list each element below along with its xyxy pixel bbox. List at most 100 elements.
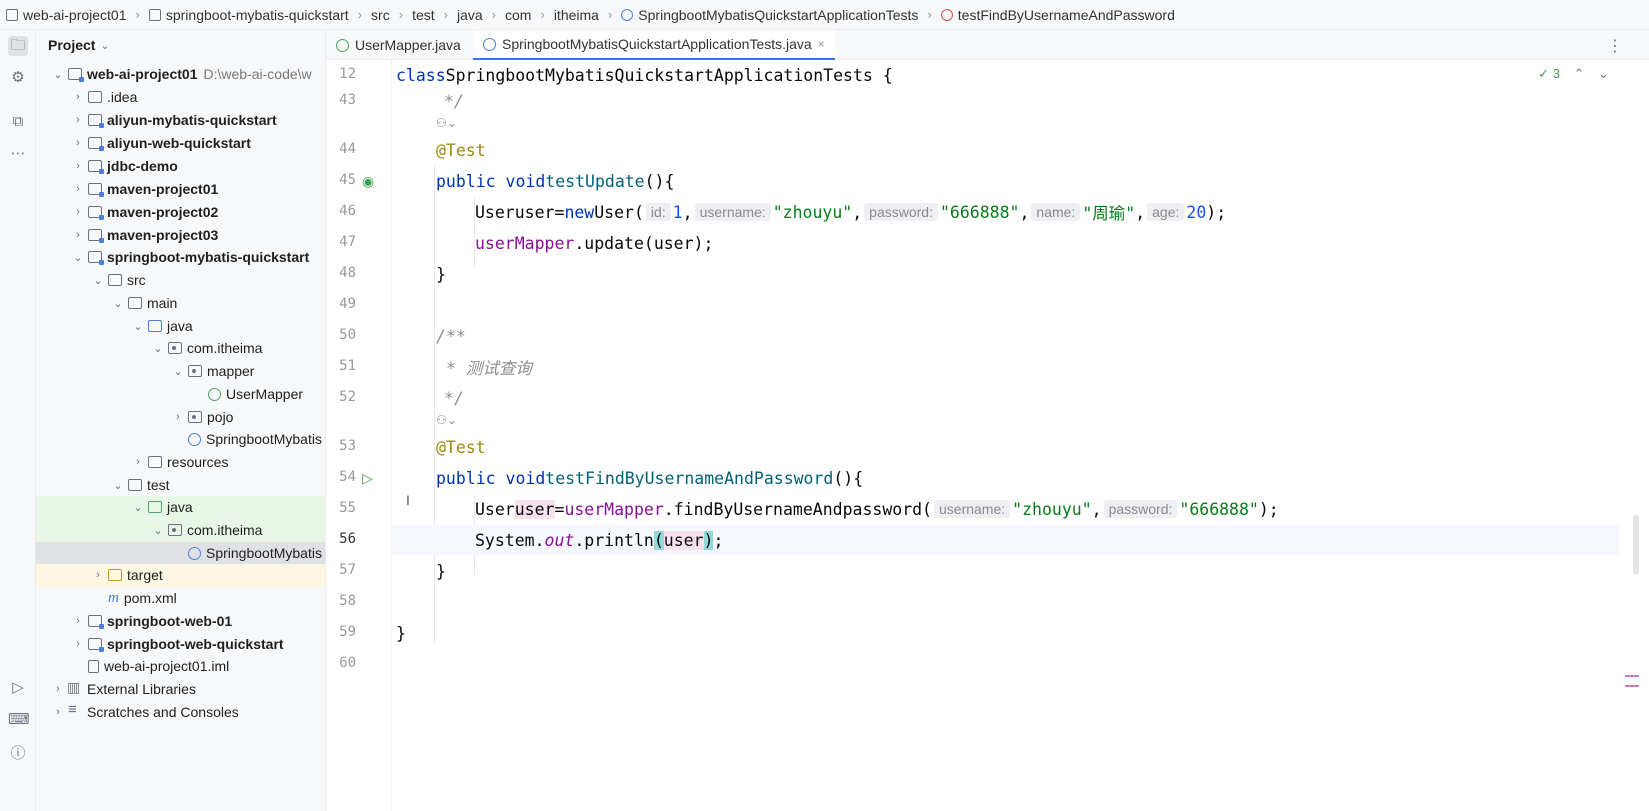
vertical-scrollbar[interactable] <box>1633 515 1639 575</box>
tree-item-springboot-web-quickstart[interactable]: › springboot-web-quickstart <box>36 633 325 656</box>
run-test-icon[interactable]: ◉ <box>362 174 376 188</box>
chevron-right-icon: › <box>56 706 60 719</box>
tree-item-springboot-mybatis-quickstart[interactable]: ⌄ springboot-mybatis-quickstart <box>36 246 325 269</box>
tree-item-test-class[interactable]: SpringbootMybatis <box>36 542 325 565</box>
breadcrumb-item-module[interactable]: springboot-mybatis-quickstart <box>148 7 349 23</box>
code-line-55: User user = userMapper .findByUsernameAnd… <box>475 499 1279 519</box>
tree-item-aliyun-mybatis[interactable]: › aliyun-mybatis-quickstart <box>36 109 325 132</box>
tree-item-java-main[interactable]: ⌄ java <box>36 315 325 338</box>
tree-item-springboot-web-01[interactable]: › springboot-web-01 <box>36 610 325 633</box>
module-icon <box>148 8 161 21</box>
module-icon <box>88 638 104 653</box>
author-lens-icon[interactable]: ⚇⌄ <box>436 413 457 427</box>
tree-item-application-class[interactable]: SpringbootMybatis <box>36 428 325 451</box>
error-stripe <box>1625 675 1639 695</box>
code-editor[interactable]: ✓ 3 ⌃ ⌄ 12 43 44 45 ◉ 46 47 48 49 50 51 … <box>326 60 1649 811</box>
tree-item-maven-project03[interactable]: › maven-project03 <box>36 224 325 247</box>
tree-item-jdbc-demo[interactable]: › jdbc-demo <box>36 155 325 178</box>
breadcrumb-separator: › <box>357 7 363 22</box>
breadcrumb-item-src[interactable]: src <box>371 7 390 23</box>
tree-item-package-test[interactable]: ⌄ com.itheima <box>36 519 325 542</box>
structure-icon[interactable]: ⧉ <box>8 112 28 132</box>
close-icon[interactable]: × <box>818 37 825 51</box>
chevron-right-icon: › <box>76 229 80 242</box>
tree-item-iml[interactable]: web-ai-project01.iml <box>36 655 325 678</box>
chevron-right-icon: › <box>136 456 140 469</box>
inspection-widget[interactable]: ✓ 3 ⌃ ⌄ <box>1538 66 1609 82</box>
folder-icon <box>108 569 122 582</box>
breadcrumb-item-com[interactable]: com <box>505 7 531 23</box>
activity-bar: 🗀 ⚙ ⧉ ⋯ ▷ ⌨ ⓘ <box>0 30 36 811</box>
tree-item-target[interactable]: › target <box>36 564 325 587</box>
tree-item-src[interactable]: ⌄ src <box>36 269 325 292</box>
tree-item-idea[interactable]: › .idea <box>36 86 325 109</box>
tree-item-resources[interactable]: › resources <box>36 451 325 474</box>
tree-item-mapper[interactable]: ⌄ mapper <box>36 360 325 383</box>
folder-icon[interactable]: 🗀 <box>8 36 28 56</box>
code-line-51: * 测试查询 <box>446 359 532 378</box>
problems-icon[interactable]: ⓘ <box>8 744 28 764</box>
services-icon[interactable]: ▷ <box>8 678 28 698</box>
package-icon <box>168 524 182 537</box>
interface-icon <box>336 38 349 52</box>
tab-application-tests[interactable]: SpringbootMybatisQuickstartApplicationTe… <box>473 30 835 60</box>
chevron-right-icon: › <box>76 114 80 127</box>
chevron-down-icon: ⌄ <box>113 479 123 492</box>
breadcrumb-separator: › <box>540 7 545 22</box>
tree-item-test[interactable]: ⌄ test <box>36 474 325 497</box>
chevron-down-icon: ⌄ <box>93 274 103 287</box>
more-vertical-icon[interactable]: ⋮ <box>1607 36 1623 56</box>
file-icon <box>88 659 99 673</box>
class-icon <box>621 8 634 21</box>
library-icon <box>67 679 82 696</box>
code-line-57: } <box>436 561 446 581</box>
module-icon <box>88 229 104 244</box>
chevron-down-icon: ⌄ <box>73 251 83 264</box>
tree-item-usermapper[interactable]: UserMapper <box>36 383 325 406</box>
tree-item-root[interactable]: ⌄ web-ai-project01 D:\web-ai-code\w <box>36 63 325 86</box>
tree-item-main[interactable]: ⌄ main <box>36 292 325 315</box>
code-line-54: public void testFindByUsernameAndPasswor… <box>436 468 864 488</box>
chevron-down-icon: ⌄ <box>153 524 163 537</box>
tree-item-package-main[interactable]: ⌄ com.itheima <box>36 337 325 360</box>
more-icon[interactable]: ⋯ <box>8 144 28 164</box>
tab-usermapper[interactable]: UserMapper.java <box>326 30 471 60</box>
code-line-52: */ <box>444 388 464 408</box>
method-icon <box>940 8 953 21</box>
maven-icon: m <box>108 589 119 606</box>
code-line-50: /** <box>436 326 466 346</box>
folder-icon <box>128 297 142 310</box>
breadcrumb-separator: › <box>491 7 497 22</box>
breadcrumb-item-method[interactable]: testFindByUsernameAndPassword <box>940 7 1175 23</box>
breadcrumb-item-itheima[interactable]: itheima <box>554 7 599 23</box>
gutter: 12 43 44 45 ◉ 46 47 48 49 50 51 52 53 54… <box>326 60 392 811</box>
breadcrumb-item-test[interactable]: test <box>412 7 435 23</box>
tree-item-maven-project02[interactable]: › maven-project02 <box>36 201 325 224</box>
gear-icon[interactable]: ⚙ <box>8 68 28 88</box>
tree-item-java-test[interactable]: ⌄ java <box>36 496 325 519</box>
project-panel: Project ⌄ ⌄ web-ai-project01 D:\web-ai-code… <box>36 30 326 811</box>
tree-item-aliyun-web[interactable]: › aliyun-web-quickstart <box>36 132 325 155</box>
check-icon: ✓ <box>1538 66 1550 81</box>
run-test-icon[interactable]: ▷ <box>362 471 376 485</box>
chevron-right-icon: › <box>76 638 80 651</box>
author-lens-icon[interactable]: ⚇⌄ <box>436 116 457 130</box>
tree-item-maven-project01[interactable]: › maven-project01 <box>36 178 325 201</box>
breadcrumb-item-project[interactable]: web-ai-project01 <box>6 7 127 23</box>
terminal-icon[interactable]: ⌨ <box>8 710 30 730</box>
breadcrumb-separator: › <box>443 7 448 22</box>
breadcrumb-item-java[interactable]: java <box>457 7 483 23</box>
chevron-up-icon[interactable]: ⌃ <box>1574 66 1585 81</box>
module-icon <box>88 114 104 129</box>
tree-item-scratches[interactable]: ›Scratches and Consoles <box>36 701 325 724</box>
package-icon <box>168 342 182 355</box>
breadcrumb-item-class[interactable]: SpringbootMybatisQuickstartApplicationTe… <box>621 7 918 23</box>
tree-item-pom[interactable]: m pom.xml <box>36 587 325 610</box>
tree-item-external-libraries[interactable]: ›External Libraries <box>36 678 325 701</box>
code-line-46: User user = new User(id: 1, username: "zhou… <box>475 202 1227 224</box>
chevron-right-icon: › <box>96 569 100 582</box>
tree-item-pojo[interactable]: › pojo <box>36 406 325 429</box>
chevron-down-icon[interactable]: ⌄ <box>1598 66 1609 81</box>
project-panel-header[interactable]: Project ⌄ <box>36 30 325 60</box>
module-icon <box>68 68 84 83</box>
